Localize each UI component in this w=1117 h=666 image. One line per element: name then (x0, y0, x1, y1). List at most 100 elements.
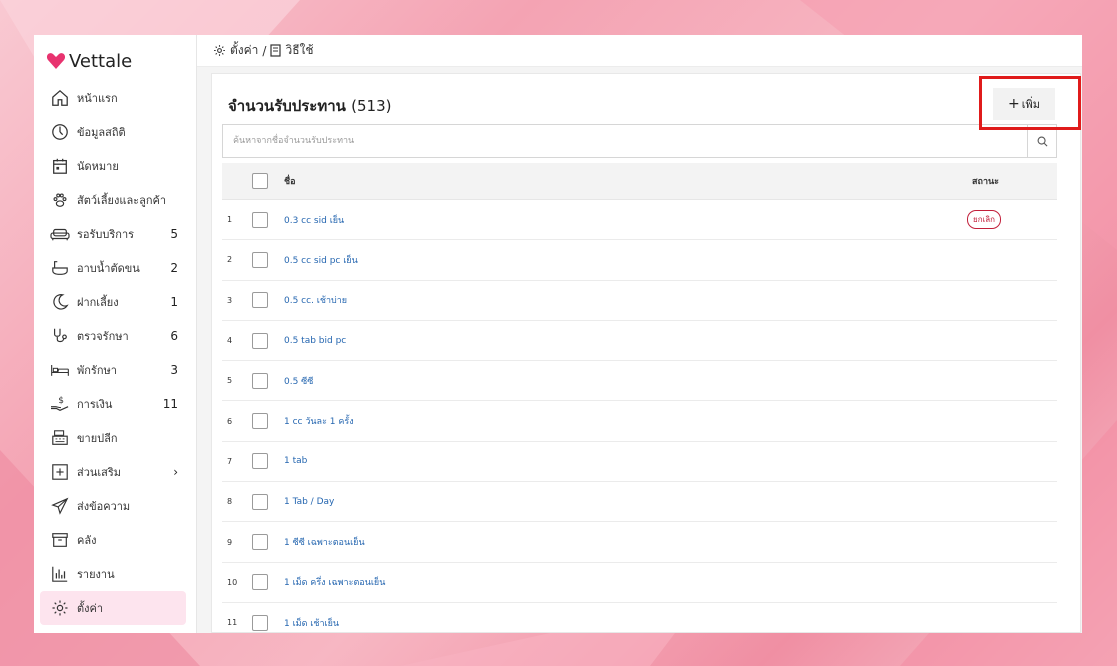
row-checkbox[interactable] (252, 574, 268, 591)
sidebar-item-label: คลัง (77, 534, 97, 547)
sidebar-item-count: 3 (170, 363, 178, 377)
sidebar-item-moon[interactable]: ฝากเลี้ยง 1 (40, 285, 186, 319)
row-checkbox[interactable] (252, 614, 268, 631)
row-checkbox[interactable] (252, 493, 268, 510)
breadcrumb-settings[interactable]: ตั้งค่า (230, 41, 258, 60)
table-row: 11 1 เม็ด เช้าเย็น (222, 603, 1057, 633)
sidebar-item-label: ส่วนเสริม (77, 466, 122, 479)
stethoscope-icon (50, 326, 70, 346)
table-row: 7 1 tab (222, 442, 1057, 483)
sidebar-item-label: สัตว์เลี้ยงและลูกค้า (77, 194, 167, 207)
row-checkbox[interactable] (252, 453, 268, 470)
sidebar-item-stethoscope[interactable]: ตรวจรักษา 6 (40, 319, 186, 353)
row-name-link[interactable]: 1 เม็ด ครึ่ง เฉพาะตอนเย็น (284, 575, 967, 589)
sidebar-item-bar-chart[interactable]: รายงาน (40, 557, 186, 591)
chevron-right-icon: › (173, 465, 178, 479)
table-row: 5 0.5 ซีซี (222, 361, 1057, 402)
brand-name: Vettale (69, 50, 133, 72)
row-name-link[interactable]: 1 tab (284, 456, 967, 466)
table-row: 2 0.5 cc sid pc เย็น (222, 240, 1057, 281)
row-index: 10 (227, 577, 238, 587)
sidebar-item-sofa[interactable]: รอรับบริการ 5 (40, 217, 186, 251)
cash-register-icon (50, 428, 70, 448)
breadcrumb: ตั้งค่า / วิธีใช้ (197, 35, 1082, 67)
row-name-link[interactable]: 1 cc วันละ 1 ครั้ง (284, 414, 967, 428)
sidebar-item-label: ตรวจรักษา (77, 330, 129, 343)
row-name-link[interactable]: 1 เม็ด เช้าเย็น (284, 616, 967, 630)
sidebar-item-gear[interactable]: ตั้งค่า (40, 591, 186, 625)
bar-chart-icon (50, 564, 70, 584)
row-name-link[interactable]: 1 ซีซี เฉพาะตอนเย็น (284, 535, 967, 549)
row-name-link[interactable]: 0.5 ซีซี (284, 374, 967, 388)
bed-icon (50, 360, 70, 380)
table-row: 8 1 Tab / Day (222, 482, 1057, 523)
search-icon (1037, 136, 1047, 146)
sofa-icon (50, 224, 70, 244)
row-status: ยกเลิก (967, 210, 1057, 230)
select-all-checkbox[interactable] (252, 173, 268, 189)
search-input[interactable] (223, 125, 1027, 157)
row-name-link[interactable]: 0.5 tab bid pc (284, 336, 967, 346)
table-row: 6 1 cc วันละ 1 ครั้ง (222, 401, 1057, 442)
sidebar-item-count: 6 (170, 329, 178, 343)
sidebar-item-label: การเงิน (77, 398, 113, 411)
row-name-link[interactable]: 0.5 cc sid pc เย็น (284, 253, 967, 267)
home-icon (50, 88, 70, 108)
breadcrumb-current: วิธีใช้ (285, 43, 314, 57)
row-index: 6 (227, 416, 233, 426)
sidebar-item-home[interactable]: หน้าแรก (40, 81, 186, 115)
brand-logo[interactable]: Vettale (46, 49, 132, 73)
heart-logo-icon (46, 53, 66, 69)
sidebar-item-bed[interactable]: พักรักษา 3 (40, 353, 186, 387)
sidebar-item-label: อาบน้ำตัดขน (77, 262, 140, 275)
app-window: Vettale หน้าแรก ข้อมูลสถิติ นัดหมายสัตว์เล… (34, 35, 1082, 633)
svg-text:$: $ (58, 396, 64, 406)
bathtub-icon (50, 258, 70, 278)
row-name-link[interactable]: 0.5 cc. เช้าบ่าย (284, 293, 967, 307)
sidebar-item-paw[interactable]: สัตว์เลี้ยงและลูกค้า (40, 183, 186, 217)
table-row: 1 0.3 cc sid เย็น ยกเลิก (222, 200, 1057, 241)
record-count: (513) (351, 97, 392, 115)
row-checkbox[interactable] (252, 534, 268, 551)
sidebar-item-count: 2 (170, 261, 178, 275)
sidebar-item-label: ส่งข้อความ (77, 500, 131, 513)
moon-icon (50, 292, 70, 312)
table-row: 3 0.5 cc. เช้าบ่าย (222, 281, 1057, 321)
row-checkbox[interactable] (252, 292, 268, 309)
gear-icon (50, 598, 70, 618)
row-checkbox[interactable] (252, 332, 268, 349)
sidebar-item-dashboard[interactable]: ข้อมูลสถิติ (40, 115, 186, 149)
sidebar-item-money-hand[interactable]: $ การเงิน 11 (40, 387, 186, 421)
header-status[interactable]: สถานะ (967, 174, 1057, 188)
sidebar-item-calendar[interactable]: นัดหมาย (40, 149, 186, 183)
row-checkbox[interactable] (252, 413, 268, 430)
row-name-link[interactable]: 0.3 cc sid เย็น (284, 213, 967, 227)
row-checkbox[interactable] (252, 372, 268, 389)
sidebar-item-plus-square[interactable]: ส่วนเสริม › (40, 455, 186, 489)
sidebar-item-label: รายงาน (77, 568, 115, 581)
row-name-link[interactable]: 1 Tab / Day (284, 497, 967, 507)
row-checkbox[interactable] (252, 251, 268, 268)
dashboard-icon (50, 122, 70, 142)
sidebar-item-bathtub[interactable]: อาบน้ำตัดขน 2 (40, 251, 186, 285)
page-title-text: จำนวนรับประทาน (228, 97, 346, 115)
sidebar-item-label: ขายปลีก (77, 432, 118, 445)
plus-square-icon (50, 462, 70, 482)
data-table: ชื่อ สถานะ 1 0.3 cc sid เย็น ยกเลิก 2 0.5 cc… (222, 163, 1057, 633)
gear-icon (213, 44, 226, 57)
row-index: 9 (227, 537, 233, 547)
table-row: 9 1 ซีซี เฉพาะตอนเย็น (222, 522, 1057, 563)
sidebar-item-send[interactable]: ส่งข้อความ (40, 489, 186, 523)
paw-icon (50, 190, 70, 210)
table-body: 1 0.3 cc sid เย็น ยกเลิก 2 0.5 cc sid pc เย็… (222, 200, 1057, 633)
header-name[interactable]: ชื่อ (284, 174, 967, 188)
table-header: ชื่อ สถานะ (222, 163, 1057, 200)
table-row: 10 1 เม็ด ครึ่ง เฉพาะตอนเย็น (222, 563, 1057, 603)
sidebar-item-count: 11 (162, 397, 178, 411)
row-index: 1 (227, 215, 233, 225)
row-index: 3 (227, 295, 233, 305)
sidebar-item-cash-register[interactable]: ขายปลีก (40, 421, 186, 455)
sidebar-item-archive[interactable]: คลัง (40, 523, 186, 557)
row-index: 7 (227, 456, 233, 466)
row-checkbox[interactable] (252, 211, 268, 228)
